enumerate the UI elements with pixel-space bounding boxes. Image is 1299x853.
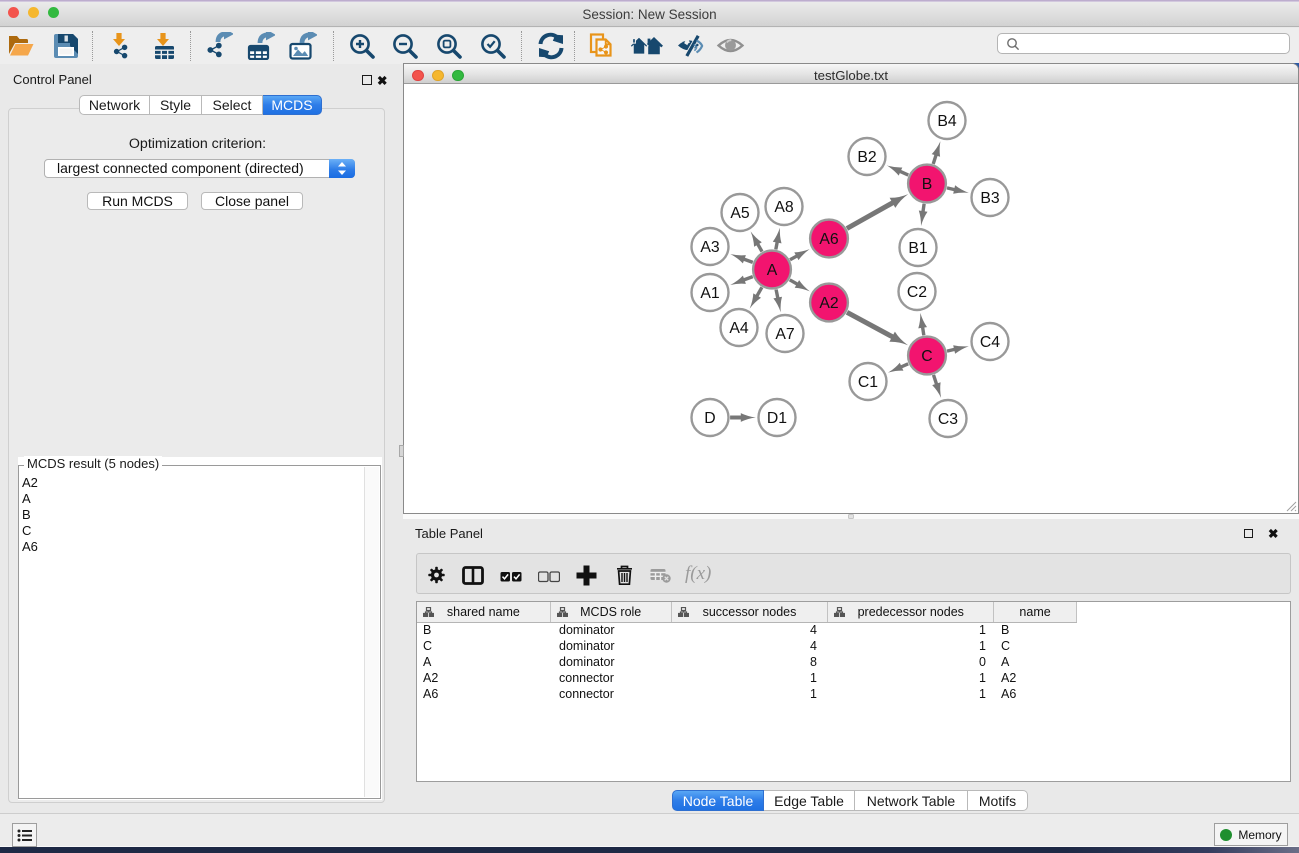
svg-text:D1: D1	[767, 410, 787, 427]
svg-text:A1: A1	[700, 285, 720, 302]
svg-text:A7: A7	[775, 326, 794, 343]
svg-text:B1: B1	[908, 240, 928, 257]
svg-text:A4: A4	[729, 320, 749, 337]
svg-text:A3: A3	[700, 239, 720, 256]
svg-text:B2: B2	[857, 149, 876, 166]
svg-text:A8: A8	[774, 199, 794, 216]
svg-text:C1: C1	[858, 374, 878, 391]
svg-text:B4: B4	[937, 113, 957, 130]
svg-text:A2: A2	[819, 295, 838, 312]
svg-text:B: B	[922, 176, 933, 193]
svg-text:C2: C2	[907, 284, 927, 301]
svg-text:D: D	[704, 410, 715, 427]
svg-text:B3: B3	[980, 190, 1000, 207]
svg-text:A5: A5	[730, 205, 750, 222]
svg-text:C3: C3	[938, 411, 958, 428]
svg-text:A: A	[767, 262, 778, 279]
svg-text:C4: C4	[980, 334, 1000, 351]
svg-text:C: C	[921, 348, 932, 365]
svg-text:A6: A6	[819, 231, 839, 248]
